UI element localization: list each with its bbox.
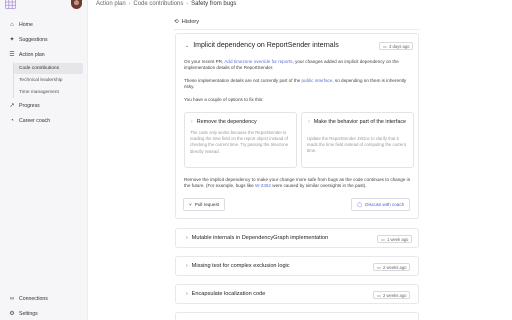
sidebar-subitem-code-contributions[interactable]: Code contributions <box>14 63 83 74</box>
text: were caused by similar oversights in the… <box>271 183 367 189</box>
history-icon: ⟲ <box>174 19 179 25</box>
option-description: Update the ReportSender JSDoc to clarify… <box>307 136 406 154</box>
sidebar-subitem-label: Code contributions <box>19 66 59 71</box>
date-label: 2 weeks ago <box>382 292 407 298</box>
sidebar-item-career-coach[interactable]: ◔ Career coach <box>4 115 83 126</box>
row-header: › Encapsulate localization code <box>186 291 265 297</box>
checklist-icon: ☰ <box>9 51 15 58</box>
date-badge: ▭ 2 weeks ago <box>373 291 411 299</box>
sidebar: ⌂ Home ✦ Suggestions ☰ Action plan Code … <box>0 0 88 320</box>
gear-icon: ⚙ <box>9 310 15 317</box>
public-interface-link[interactable]: public interface <box>301 78 332 83</box>
avatar[interactable] <box>71 0 82 9</box>
history-button[interactable]: ⟲ History <box>174 19 199 25</box>
sidebar-subitem-time-management[interactable]: Time management <box>14 87 83 98</box>
chevron-right-icon: › <box>128 1 131 7</box>
sidebar-item-label: Progress <box>19 102 40 109</box>
logo-icon[interactable] <box>5 0 16 9</box>
lightbulb-icon: ✦ <box>9 36 15 43</box>
option-title-text: Remove the dependency <box>196 119 257 125</box>
date-badge: ▭ 1 week ago <box>377 235 413 243</box>
sidebar-item-progress[interactable]: ↗ Progress <box>4 100 83 111</box>
breadcrumb: Action plan › Code contributions › Safet… <box>96 0 236 8</box>
row-title: Missing test for complex exclusion logic <box>191 263 290 269</box>
chevron-right-icon: › <box>186 235 188 241</box>
text: These implementation details are not cur… <box>184 78 302 83</box>
coach-icon: ◔ <box>10 117 14 124</box>
sidebar-item-settings[interactable]: ⚙ Settings <box>4 308 83 319</box>
date-label: 2 weeks ago <box>382 264 407 270</box>
sidebar-item-action-plan[interactable]: ☰ Action plan <box>4 49 83 60</box>
sidebar-item-connections[interactable]: ∞ Connections <box>4 293 83 304</box>
suggestion-card: ⌄ Implicit dependency on ReportSender in… <box>175 33 419 219</box>
text: On your recent PR, <box>184 59 225 64</box>
chevron-right-icon: › <box>186 1 189 7</box>
calendar-icon: ▭ <box>381 236 385 242</box>
home-icon: ⌂ <box>10 21 14 28</box>
description-paragraph: On your recent PR, Add timezone override… <box>184 59 412 71</box>
link-icon: ∞ <box>9 295 15 302</box>
sidebar-item-label: Career coach <box>19 117 51 124</box>
chevron-right-icon: › <box>186 291 188 297</box>
option-description: The code only works because the ReportSe… <box>190 130 289 154</box>
sidebar-item-label: Action plan <box>19 51 45 58</box>
option-card-remove-dependency: ♀ Remove the dependency The code only wo… <box>184 112 297 168</box>
calendar-icon: ▭ <box>383 43 387 49</box>
recommendation-paragraph: Remove the implicit dependency to make y… <box>184 177 412 189</box>
breadcrumb-current: Safety from bugs <box>191 1 237 7</box>
chat-icon: ◯ <box>357 201 363 207</box>
description-paragraph: These implementation details are not cur… <box>184 78 412 90</box>
suggestion-row[interactable]: › Missing test for complex exclusion log… <box>175 256 419 276</box>
suggestion-row[interactable]: › Encapsulate localization code ▭ 2 week… <box>175 284 419 304</box>
chevron-right-icon: › <box>186 263 188 269</box>
suggestion-row[interactable] <box>175 312 419 320</box>
button-label: Pull request <box>194 202 220 207</box>
discuss-with-coach-button[interactable]: ◯ Discuss with coach <box>351 198 411 211</box>
pull-request-button[interactable]: ⑂ Pull request <box>183 198 226 211</box>
sidebar-subitem-label: Technical leadership <box>19 78 63 83</box>
row-header: › Missing test for complex exclusion log… <box>186 263 290 269</box>
option-card-make-interface: ♀ Make the behavior part of the interfac… <box>301 112 414 168</box>
option-title-text: Make the behavior part of the interface <box>313 119 407 125</box>
sidebar-item-home[interactable]: ⌂ Home <box>4 19 83 30</box>
chart-icon: ↗ <box>9 102 15 109</box>
row-title: Encapsulate localization code <box>191 291 266 297</box>
row-title: Mutable internals in DependencyGraph imp… <box>191 235 329 241</box>
pr-link[interactable]: Add timezone override for reports <box>224 59 292 64</box>
card-title: Implicit dependency on ReportSender inte… <box>193 42 339 49</box>
pull-request-icon: ⑂ <box>189 202 192 207</box>
divider <box>174 29 420 30</box>
sidebar-item-suggestions[interactable]: ✦ Suggestions <box>4 34 83 45</box>
sidebar-item-label: Suggestions <box>19 36 48 43</box>
options-intro: You have a couple of options to fix this… <box>184 97 264 102</box>
row-header: › Mutable internals in DependencyGraph i… <box>186 235 328 241</box>
option-title: ♀ Make the behavior part of the interfac… <box>307 119 407 126</box>
sidebar-subitem-technical-leadership[interactable]: Technical leadership <box>14 75 83 86</box>
card-header[interactable]: ⌄ Implicit dependency on ReportSender in… <box>185 42 339 49</box>
chevron-down-icon: ⌄ <box>185 42 190 49</box>
breadcrumb-item[interactable]: Code contributions <box>133 1 183 7</box>
sidebar-item-label: Home <box>19 21 33 28</box>
history-label: History <box>181 19 200 25</box>
date-badge: ▭ 2 weeks ago <box>373 263 411 271</box>
option-title: ♀ Remove the dependency <box>190 119 257 126</box>
lightbulb-icon: ♀ <box>190 119 194 125</box>
date-label: 3 days ago <box>388 43 410 49</box>
date-label: 1 week ago <box>386 236 409 242</box>
calendar-icon: ▭ <box>377 264 381 270</box>
sidebar-item-label: Settings <box>19 310 38 317</box>
lightbulb-icon: ♀ <box>307 119 311 125</box>
breadcrumb-item[interactable]: Action plan <box>96 1 126 7</box>
calendar-icon: ▭ <box>377 292 381 298</box>
bug-link[interactable]: W-3362 <box>255 183 271 188</box>
sidebar-subitem-label: Time management <box>19 90 59 95</box>
button-label: Discuss with coach <box>365 202 405 207</box>
suggestion-row[interactable]: › Mutable internals in DependencyGraph i… <box>175 228 419 248</box>
sidebar-item-label: Connections <box>19 295 48 302</box>
date-badge: ▭ 3 days ago <box>379 42 414 50</box>
